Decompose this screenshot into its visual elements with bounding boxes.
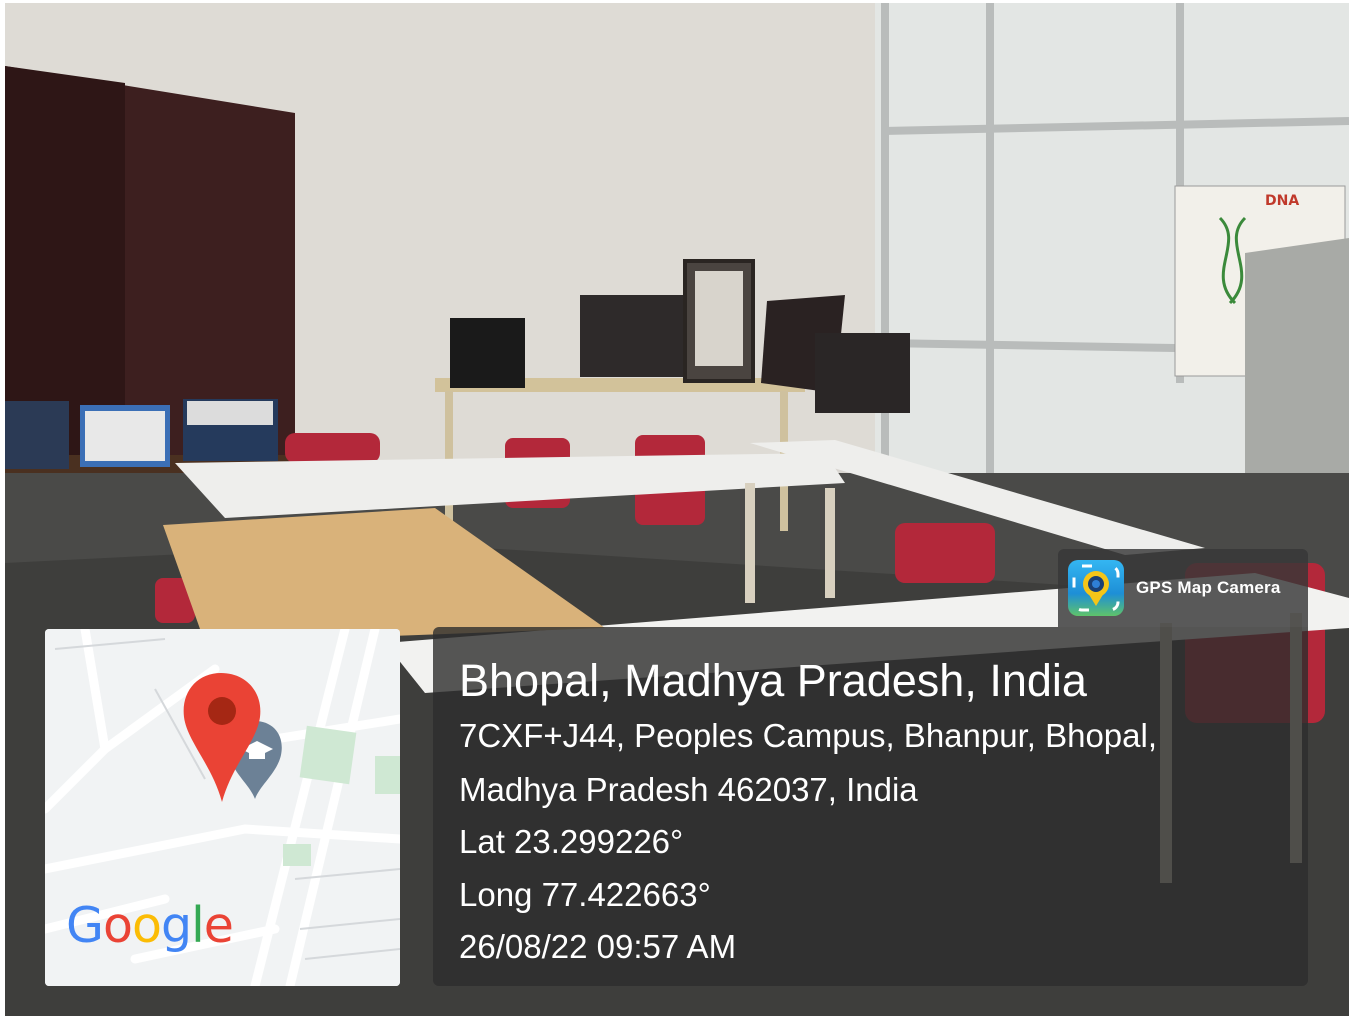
map-thumbnail: Google	[45, 629, 400, 986]
google-letter-o1: o	[102, 897, 133, 954]
latitude-text: Lat 23.299226°	[459, 823, 684, 860]
svg-text:DNA: DNA	[1265, 193, 1299, 209]
address-line-1: 7CXF+J44, Peoples Campus, Bhanpur, Bhopa…	[459, 717, 1158, 754]
longitude-text: Long 77.422663°	[459, 876, 711, 913]
location-title: Bhopal, Madhya Pradesh, India	[459, 655, 1087, 706]
google-logo: Google	[66, 897, 234, 954]
google-letter-g: G	[66, 897, 104, 954]
google-letter-l: l	[191, 897, 205, 954]
datetime-text: 26/08/22 09:57 AM	[459, 928, 737, 965]
location-info-panel: Bhopal, Madhya Pradesh, India 7CXF+J44, …	[433, 627, 1308, 986]
google-letter-g2: g	[160, 897, 192, 954]
app-badge: GPS Map Camera	[1058, 549, 1308, 627]
google-letter-o2: o	[131, 897, 162, 954]
app-name: GPS Map Camera	[1136, 578, 1281, 597]
address-line-2: Madhya Pradesh 462037, India	[459, 771, 918, 808]
google-letter-e: e	[203, 897, 234, 954]
map-camera-pin-icon	[1068, 560, 1124, 616]
